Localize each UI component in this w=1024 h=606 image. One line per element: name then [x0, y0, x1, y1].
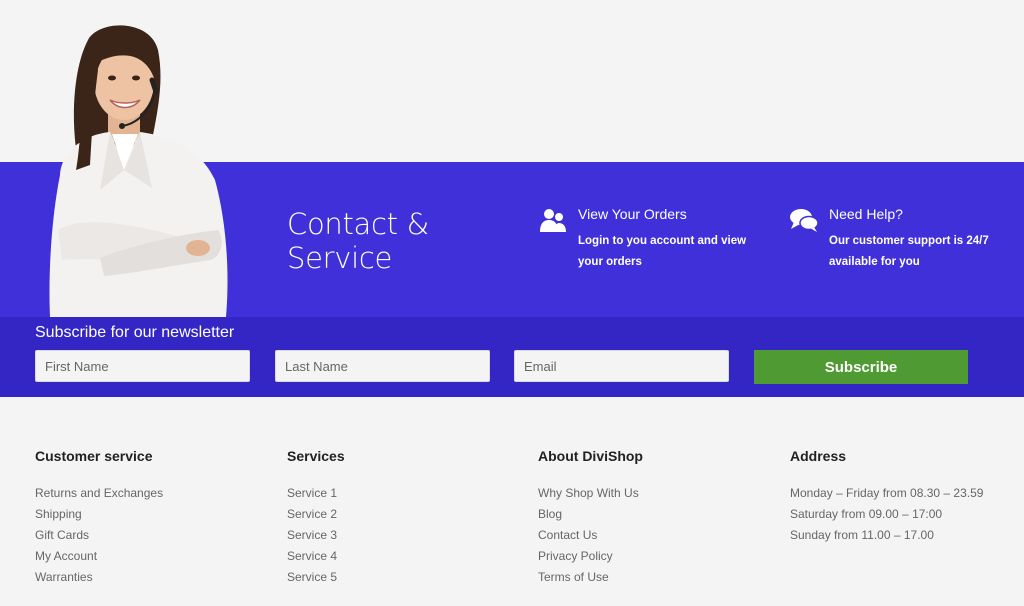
opening-hours-text: Monday – Friday from 08.30 – 23.59 [790, 486, 984, 500]
footer-link[interactable]: Service 2 [287, 504, 527, 525]
footer-column-title: Customer service [35, 448, 153, 464]
footer-link[interactable]: Terms of Use [538, 567, 778, 588]
footer-link[interactable]: Warranties [35, 567, 275, 588]
footer-link[interactable]: Service 4 [287, 546, 527, 567]
footer-link[interactable]: Shipping [35, 504, 275, 525]
footer-link-list: Returns and Exchanges Shipping Gift Card… [35, 483, 275, 588]
email-field[interactable] [514, 350, 729, 382]
contact-service-title: Contact & Service [287, 207, 429, 275]
footer-column-address: Address Monday – Friday from 08.30 – 23.… [790, 448, 1024, 546]
footer-link-list: Service 1 Service 2 Service 3 Service 4 … [287, 483, 527, 588]
first-name-field[interactable] [35, 350, 250, 382]
footer-column-title: Services [287, 448, 345, 464]
subscribe-button[interactable]: Subscribe [754, 350, 968, 384]
users-icon [540, 209, 566, 232]
address-list: Monday – Friday from 08.30 – 23.59 Satur… [790, 483, 1024, 546]
footer-link[interactable]: Contact Us [538, 525, 778, 546]
support-agent-image [49, 25, 228, 317]
footer-link[interactable]: Privacy Policy [538, 546, 778, 567]
footer-column-title: Address [790, 448, 847, 464]
footer-column-services: Services Service 1 Service 2 Service 3 S… [287, 448, 527, 588]
footer-link[interactable]: Blog [538, 504, 778, 525]
contact-title-line1: Contact & [287, 207, 429, 241]
footer-link[interactable]: Gift Cards [35, 525, 275, 546]
footer-link[interactable]: Returns and Exchanges [35, 483, 275, 504]
newsletter-title: Subscribe for our newsletter [35, 324, 235, 341]
footer-link[interactable]: Service 3 [287, 525, 527, 546]
need-help-title[interactable]: Need Help? [829, 206, 903, 222]
last-name-field[interactable] [275, 350, 490, 382]
view-orders-title[interactable]: View Your Orders [578, 206, 687, 222]
footer-column-about: About DiviShop Why Shop With Us Blog Con… [538, 448, 778, 588]
footer-link-list: Why Shop With Us Blog Contact Us Privacy… [538, 483, 778, 588]
opening-hours-text: Sunday from 11.00 – 17.00 [790, 528, 934, 542]
chat-bubbles-icon [790, 209, 819, 232]
footer-link[interactable]: Service 5 [287, 567, 527, 588]
footer-column-title: About DiviShop [538, 448, 643, 464]
contact-title-line2: Service [287, 241, 393, 275]
footer-column-customer-service: Customer service Returns and Exchanges S… [35, 448, 275, 588]
opening-hours-text: Saturday from 09.00 – 17:00 [790, 507, 943, 521]
need-help-description: Our customer support is 24/7 available f… [829, 235, 989, 268]
footer-link[interactable]: Service 1 [287, 483, 527, 504]
view-orders-description: Login to you account and view your order… [578, 235, 747, 268]
footer-link[interactable]: Why Shop With Us [538, 483, 778, 504]
footer-link[interactable]: My Account [35, 546, 275, 567]
